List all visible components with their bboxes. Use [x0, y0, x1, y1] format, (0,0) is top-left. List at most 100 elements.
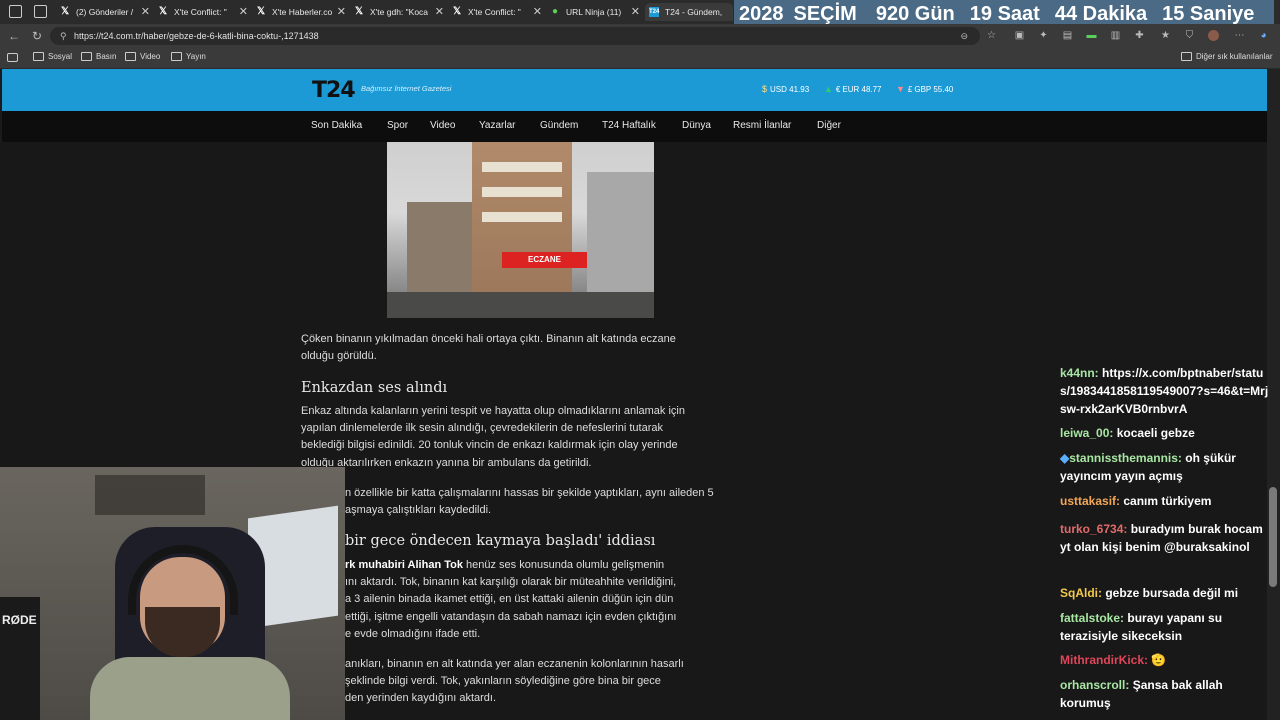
article-photo: ECZANE — [387, 142, 654, 318]
favorite-star-icon[interactable]: ☆ — [986, 30, 997, 41]
chat-message: leiwa_00: kocaeli gebze — [1060, 424, 1270, 442]
close-tab-icon[interactable]: ✕ — [337, 5, 346, 18]
url-text: https://t24.com.tr/haber/gebze-de-6-katl… — [74, 31, 319, 41]
chat-message: usttakasif: canım türkiyem — [1060, 492, 1270, 510]
close-tab-icon[interactable]: ✕ — [533, 5, 542, 18]
fx-value: USD 41.93 — [770, 84, 810, 94]
extension-icon[interactable]: ▬ — [1086, 30, 1097, 41]
scrollbar-thumb[interactable] — [1269, 487, 1277, 587]
chat-username: MithrandirKick: — [1060, 653, 1149, 667]
bookmark-folder[interactable]: Basın — [81, 52, 116, 61]
extensions-puzzle-icon[interactable]: ✚ — [1134, 30, 1145, 41]
article-paragraph: Enkaz altında kalanların yerini tespit v… — [301, 403, 741, 472]
chat-message: SqAldi: gebze bursada değil mi — [1060, 584, 1270, 602]
paragraph-line: aşmaya çalıştıkları kaydedildi. — [345, 504, 492, 517]
browser-tab[interactable]: 𝕏 (2) Gönderiler / ✕ — [60, 3, 150, 21]
extension-icon[interactable]: ▣ — [1014, 30, 1025, 41]
profile-avatar-icon[interactable] — [1208, 30, 1219, 41]
paragraph-line: ını aktardı. Tok, binanın kat karşılığı … — [345, 576, 677, 589]
chat-message: MithrandirKick: 🫡 — [1060, 651, 1270, 669]
nav-t24-haftalik[interactable]: T24 Haftalık — [602, 120, 656, 131]
bookmarks-bar: Sosyal Basın Video Yayın Diğer sık kulla… — [0, 48, 1280, 69]
arrow-up-icon: ▲ — [824, 84, 833, 94]
chat-username: turko_6734: — [1060, 522, 1128, 536]
bookmark-label: Yayın — [186, 52, 206, 61]
chat-message: k44nn: https://x.com/bptnaber/status/198… — [1060, 364, 1270, 418]
nav-video[interactable]: Video — [430, 120, 455, 131]
site-logo[interactable]: T24 — [312, 78, 356, 103]
extension-icon[interactable]: ✦ — [1038, 30, 1049, 41]
site-header: T24 Bağımsız İnternet Gazetesi $ USD 41.9… — [2, 69, 1267, 111]
more-menu-icon[interactable]: ⋯ — [1234, 30, 1245, 41]
address-bar-row: ← ↻ ⚲ https://t24.com.tr/haber/gebze-de-… — [0, 24, 1280, 48]
nav-diger[interactable]: Diğer — [817, 120, 841, 131]
nav-spor[interactable]: Spor — [387, 120, 408, 131]
tab-title: X'te gdh: "Koca — [370, 7, 429, 17]
url-field[interactable]: ⚲ https://t24.com.tr/haber/gebze-de-6-ka… — [50, 27, 980, 45]
site-tagline: Bağımsız İnternet Gazetesi — [361, 84, 452, 93]
bookmark-folder[interactable]: Yayın — [171, 52, 206, 61]
nav-resmi-ilanlar[interactable]: Resmi İlanlar — [733, 120, 791, 131]
reporter-name: rk muhabiri Alihan Tok — [345, 559, 463, 571]
folder-icon — [171, 52, 182, 61]
countdown-minutes: 44 Dakika — [1054, 3, 1148, 25]
reader-mode-icon[interactable]: ⊖ — [960, 27, 968, 45]
tab-actions-icon[interactable] — [34, 5, 47, 18]
browser-tab[interactable]: 𝕏 X'te gdh: "Koca ✕ — [354, 3, 444, 21]
shop-front: ECZANE — [502, 252, 587, 268]
nav-dunya[interactable]: Dünya — [682, 120, 711, 131]
countdown-hours: 19 Saat — [969, 3, 1040, 25]
site-navigation: Son Dakika Spor Video Yazarlar Gündem T2… — [2, 111, 1267, 142]
copilot-icon[interactable]: ◕ — [1258, 30, 1269, 41]
browser-tab[interactable]: 𝕏 X'te Haberler.co ✕ — [256, 3, 346, 21]
close-tab-icon[interactable]: ✕ — [631, 5, 640, 18]
building-window — [482, 212, 562, 222]
chat-message: fattalstoke: burayı yapanı su terazisiyl… — [1060, 609, 1270, 645]
x-icon: 𝕏 — [256, 6, 266, 17]
chat-username: k44nn: — [1060, 366, 1099, 380]
chat-badge-icon: ◆ — [1060, 451, 1070, 465]
chat-username: SqAldi: — [1060, 586, 1102, 600]
reading-list-icon[interactable] — [7, 53, 18, 62]
collections-icon[interactable]: ★ — [1160, 30, 1171, 41]
close-tab-icon[interactable]: ✕ — [239, 5, 248, 18]
close-tab-icon[interactable]: ✕ — [435, 5, 444, 18]
chat-message: orhanscroll: Şansa bak allah korumuş — [1060, 676, 1270, 712]
paragraph-line: den yerinden kaydığını aktardı. — [345, 692, 497, 705]
nav-yazarlar[interactable]: Yazarlar — [479, 120, 516, 131]
bookmark-folder[interactable]: Video — [125, 52, 160, 61]
bookmark-folder[interactable]: Sosyal — [33, 52, 72, 61]
other-bookmarks[interactable]: Diğer sık kullanılanlar — [1181, 52, 1272, 61]
browser-tab[interactable]: 𝕏 X'te Conflict: " ✕ — [452, 3, 542, 21]
browser-tab[interactable]: ● URL Ninja (11) ✕ — [550, 3, 640, 21]
tab-title: X'te Conflict: " — [174, 7, 227, 17]
nav-gundem[interactable]: Gündem — [540, 120, 578, 131]
browser-tab-active[interactable]: T24 T24 - Gündem, — [645, 3, 733, 21]
building-window — [482, 162, 562, 172]
page-info-icon[interactable]: ⚲ — [60, 27, 67, 45]
browser-tab[interactable]: 𝕏 X'te Conflict: " ✕ — [158, 3, 248, 21]
x-icon: 𝕏 — [158, 6, 168, 17]
workspace-icon[interactable] — [9, 5, 22, 18]
paragraph-text: henüz ses konusunda olumlu gelişmenin — [462, 559, 665, 571]
back-icon[interactable]: ← — [8, 29, 20, 43]
section-heading: bir gece öndecen kaymaya başladı' iddias… — [345, 533, 656, 549]
chat-text: canım türkiyem — [1123, 494, 1212, 508]
arrow-down-icon: ▼ — [896, 84, 905, 94]
reload-icon[interactable]: ↻ — [32, 29, 42, 43]
x-icon: 𝕏 — [60, 6, 70, 17]
countdown-days: 920 Gün — [875, 3, 955, 25]
paragraph-line: e evde olmadığını ifade etti. — [345, 627, 481, 640]
paragraph-line: rk muhabiri Alihan Tok henüz ses konusun… — [345, 557, 745, 574]
close-tab-icon[interactable]: ✕ — [141, 5, 150, 18]
extension-icon[interactable]: ▤ — [1062, 30, 1073, 41]
extension-icon[interactable]: ▥ — [1110, 30, 1121, 41]
nav-son-dakika[interactable]: Son Dakika — [311, 120, 362, 131]
countdown-seconds: 15 Saniye — [1162, 3, 1255, 25]
article-paragraph: n özellikle bir katta çalışmalarını hass… — [345, 485, 755, 519]
article-paragraph: rk muhabiri Alihan Tok henüz ses konusun… — [345, 557, 745, 643]
wall-frames — [95, 475, 205, 515]
paragraph-line: yapılan dinlemelerde ilk sesin alındığı,… — [301, 422, 663, 435]
paragraph-line: ettiği, işitme engelli vatandaşın da sab… — [345, 610, 677, 623]
shield-icon[interactable]: ⛉ — [1184, 30, 1195, 41]
